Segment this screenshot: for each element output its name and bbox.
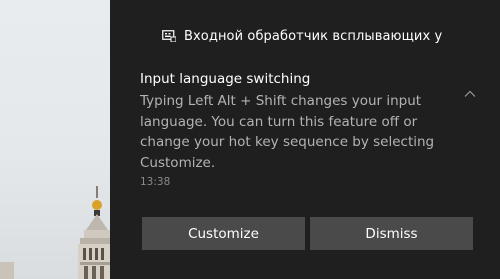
notification-time: 13:38 [140, 176, 171, 188]
screen: Входной обработчик всплывающих у Input l… [0, 0, 500, 279]
notification-app-header: Входной обработчик всплывающих у [162, 26, 462, 46]
chevron-up-icon[interactable] [462, 86, 478, 102]
tower-wallpaper-image [0, 186, 110, 279]
dismiss-button[interactable]: Dismiss [310, 217, 473, 250]
desktop-wallpaper [0, 0, 110, 279]
notification-app-name: Входной обработчик всплывающих у [184, 28, 443, 44]
customize-button[interactable]: Customize [142, 217, 305, 250]
notification-title: Input language switching [140, 71, 311, 87]
keyboard-popup-icon [162, 29, 176, 43]
action-center-panel: Входной обработчик всплывающих у Input l… [110, 0, 500, 279]
notification-body: Typing Left Alt + Shift changes your inp… [140, 93, 435, 171]
notification-toast[interactable]: Input language switching Typing Left Alt… [140, 70, 474, 188]
